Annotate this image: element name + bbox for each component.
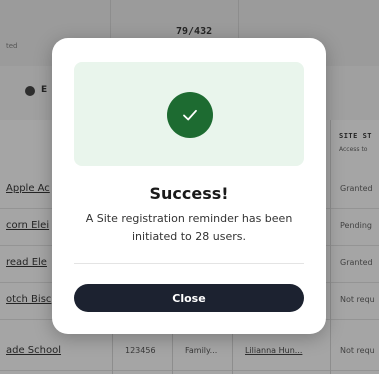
message-prefix: A Site registration reminder has been in… xyxy=(85,212,293,243)
success-dialog: Success! A Site registration reminder ha… xyxy=(52,38,326,334)
dialog-divider xyxy=(74,263,304,264)
checkmark-icon xyxy=(183,109,197,121)
close-button[interactable]: Close xyxy=(74,284,304,312)
user-count: 28 xyxy=(195,230,210,243)
check-circle-icon xyxy=(167,92,213,138)
dialog-message: A Site registration reminder has been in… xyxy=(80,210,298,246)
message-suffix: users. xyxy=(209,230,246,243)
dialog-title: Success! xyxy=(149,184,229,203)
success-hero-panel xyxy=(74,62,304,166)
